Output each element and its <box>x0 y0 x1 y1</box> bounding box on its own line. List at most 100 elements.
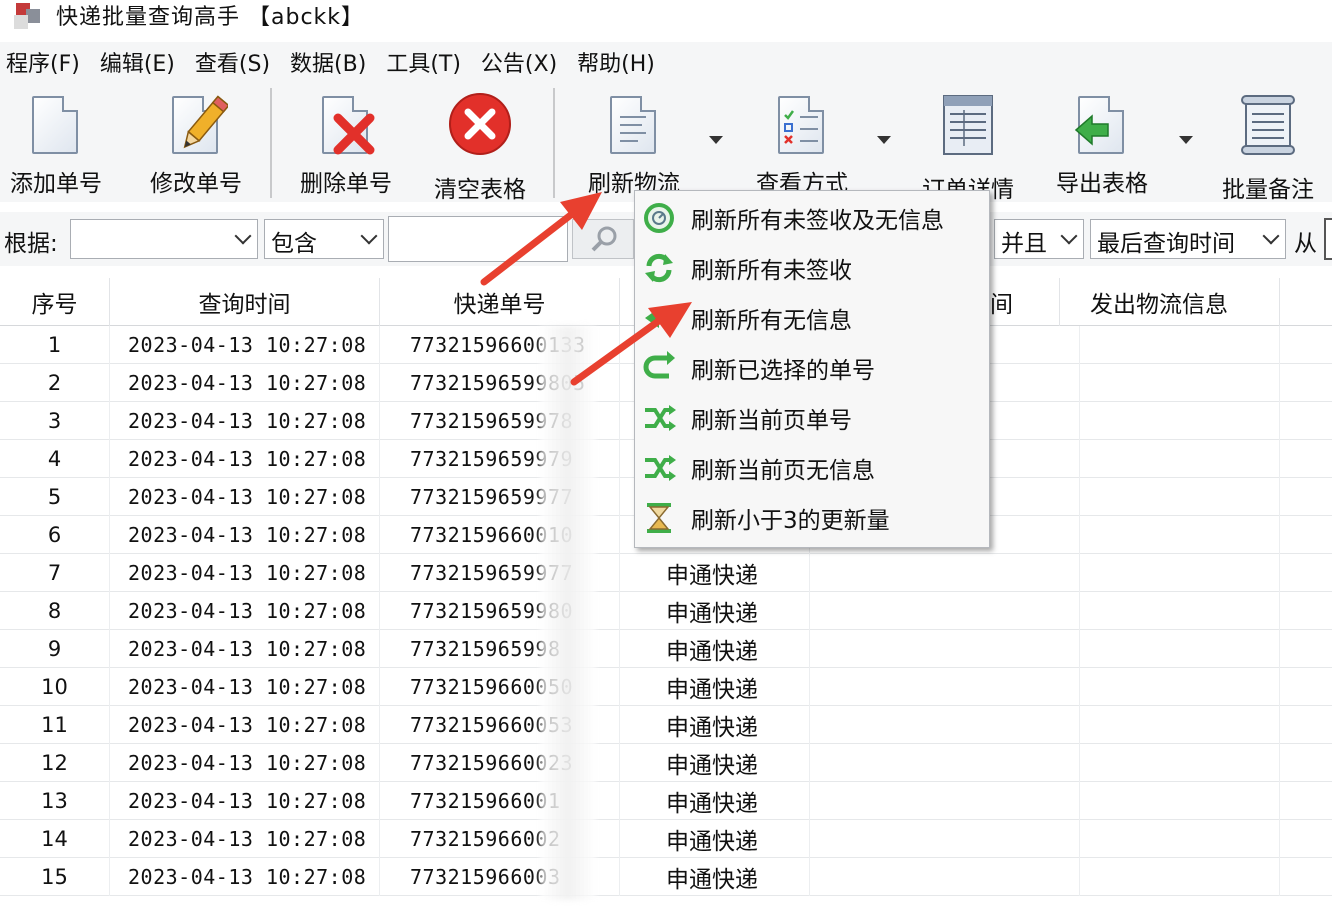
clear-table-button[interactable]: 清空表格 <box>430 92 530 203</box>
filter-text-input[interactable] <box>388 216 568 262</box>
view-mode-button[interactable]: 查看方式 <box>752 92 852 198</box>
menu-bar: 程序(F) 编辑(E) 查看(S) 数据(B) 工具(T) 公告(X) 帮助(H… <box>0 42 1332 82</box>
header-sent-logistics[interactable]: 发出物流信息 <box>1080 278 1280 326</box>
menu-program[interactable]: 程序(F) <box>0 46 88 78</box>
row-time <box>810 554 1080 592</box>
row-index: 2 <box>0 364 110 402</box>
row-sent-logistics <box>1080 326 1280 364</box>
from-label: 从 <box>1294 231 1317 257</box>
row-time <box>810 706 1080 744</box>
table-document-icon <box>936 92 1000 158</box>
dropdown-item-selected[interactable]: 刷新已选择的单号 <box>635 343 989 393</box>
edit-number-button[interactable]: 修改单号 <box>146 92 246 198</box>
table-row[interactable]: 14 2023-04-13 10:27:08 773215966002 申通快递 <box>0 820 1332 858</box>
menu-view[interactable]: 查看(S) <box>189 46 278 78</box>
menu-edit[interactable]: 编辑(E) <box>94 46 183 78</box>
dropdown-item-noinfo[interactable]: 刷新所有无信息 <box>635 293 989 343</box>
row-index: 8 <box>0 592 110 630</box>
scroll-note-icon <box>1236 92 1300 158</box>
add-number-button[interactable]: 添加单号 <box>6 92 106 198</box>
chevron-down-icon <box>1060 227 1078 245</box>
batch-note-label: 批量备注 <box>1222 177 1314 203</box>
dropdown-item-unsigned[interactable]: 刷新所有未签收 <box>635 243 989 293</box>
dropdown-item-current-page[interactable]: 刷新当前页单号 <box>635 393 989 443</box>
row-index: 12 <box>0 744 110 782</box>
row-index: 7 <box>0 554 110 592</box>
table-row[interactable]: 9 2023-04-13 10:27:08 773215965998 申通快递 <box>0 630 1332 668</box>
dropdown-item-current-page-noinfo[interactable]: 刷新当前页无信息 <box>635 443 989 493</box>
toolbar-separator <box>553 88 555 198</box>
refresh-logistics-button[interactable]: 刷新物流 <box>584 92 684 198</box>
batch-note-button[interactable]: 批量备注 <box>1218 92 1318 203</box>
row-query-time: 2023-04-13 10:27:08 <box>110 364 380 402</box>
checklist-icon <box>770 92 834 154</box>
row-carrier: 申通快递 <box>620 630 810 668</box>
document-add-icon <box>24 92 88 154</box>
delete-number-label: 删除单号 <box>300 171 392 197</box>
row-sent-logistics <box>1080 668 1280 706</box>
row-time <box>810 592 1080 630</box>
row-query-time: 2023-04-13 10:27:08 <box>110 782 380 820</box>
pencil-edit-icon <box>164 92 228 154</box>
search-button[interactable] <box>572 219 634 259</box>
table-row[interactable]: 7 2023-04-13 10:27:08 7732159659977 申通快递 <box>0 554 1332 592</box>
row-carrier: 申通快递 <box>620 706 810 744</box>
table-row[interactable]: 13 2023-04-13 10:27:08 773215966001 申通快递 <box>0 782 1332 820</box>
filter-operator-select[interactable]: 包含 <box>264 219 384 259</box>
row-index: 14 <box>0 820 110 858</box>
row-query-time: 2023-04-13 10:27:08 <box>110 478 380 516</box>
row-index: 4 <box>0 440 110 478</box>
dropdown-item-label: 刷新当前页无信息 <box>691 458 875 484</box>
chevron-down-icon <box>360 227 378 245</box>
magnifier-icon <box>591 226 617 252</box>
refresh-dropdown-arrow-icon[interactable] <box>709 136 723 144</box>
row-time <box>810 858 1080 896</box>
filter-field-select[interactable] <box>70 219 258 259</box>
dropdown-item-label: 刷新所有未签收 <box>691 258 852 284</box>
row-sent-logistics <box>1080 744 1280 782</box>
row-sent-logistics <box>1080 478 1280 516</box>
row-sent-logistics <box>1080 858 1280 896</box>
dropdown-item-unsigned-and-noinfo[interactable]: 刷新所有未签收及无信息 <box>635 193 989 243</box>
export-dropdown-arrow-icon[interactable] <box>1179 136 1193 144</box>
export-table-label: 导出表格 <box>1056 171 1148 197</box>
table-row[interactable]: 10 2023-04-13 10:27:08 7732159660050 申通快递 <box>0 668 1332 706</box>
header-tracking-number[interactable]: 快递单号 <box>380 278 620 326</box>
dropdown-item-label: 刷新所有无信息 <box>691 308 852 334</box>
row-query-time: 2023-04-13 10:27:08 <box>110 668 380 706</box>
menu-notice[interactable]: 公告(X) <box>475 46 565 78</box>
order-details-button[interactable]: 订单详情 <box>918 92 1018 203</box>
header-query-time[interactable]: 查询时间 <box>110 278 380 326</box>
time-field-select[interactable]: 最后查询时间 <box>1090 219 1286 259</box>
table-row[interactable]: 12 2023-04-13 10:27:08 7732159660023 申通快递 <box>0 744 1332 782</box>
refresh-dropdown-menu: 刷新所有未签收及无信息 刷新所有未签收 刷新所有无信息 刷新已选择的单号 刷新当… <box>634 190 990 548</box>
filter-logic-value: 并且 <box>1001 231 1047 257</box>
dropdown-item-update-less-than-3[interactable]: 刷新小于3的更新量 <box>635 493 989 543</box>
menu-tools[interactable]: 工具(T) <box>380 46 469 78</box>
menu-data[interactable]: 数据(B) <box>284 46 374 78</box>
row-index: 13 <box>0 782 110 820</box>
document-delete-icon <box>314 92 378 155</box>
table-row[interactable]: 8 2023-04-13 10:27:08 7732159659980 申通快递 <box>0 592 1332 630</box>
header-extra[interactable] <box>1280 278 1332 326</box>
dropdown-item-label: 刷新已选择的单号 <box>691 358 875 384</box>
filter-logic-select[interactable]: 并且 <box>994 219 1084 259</box>
chevron-down-icon <box>1262 227 1280 245</box>
row-sent-logistics <box>1080 706 1280 744</box>
menu-help[interactable]: 帮助(H) <box>571 46 663 78</box>
dropdown-item-label: 刷新所有未签收及无信息 <box>691 208 944 234</box>
export-table-button[interactable]: 导出表格 <box>1052 92 1152 198</box>
table-row[interactable]: 15 2023-04-13 10:27:08 773215966003 申通快递 <box>0 858 1332 896</box>
table-row[interactable]: 11 2023-04-13 10:27:08 7732159660053 申通快递 <box>0 706 1332 744</box>
row-index: 15 <box>0 858 110 896</box>
window-title: 快递批量查询高手 【abckk】 <box>56 5 365 30</box>
app-logo-icon <box>12 1 46 29</box>
row-time <box>810 668 1080 706</box>
toolbar: 添加单号 修改单号 删除单号 清空表格 刷新物流 查看方式 导出表格 批量备注 <box>0 82 1332 203</box>
view-dropdown-arrow-icon[interactable] <box>877 136 891 144</box>
header-index[interactable]: 序号 <box>0 278 110 326</box>
from-date-input[interactable] <box>1324 218 1332 260</box>
row-query-time: 2023-04-13 10:27:08 <box>110 858 380 896</box>
row-index: 9 <box>0 630 110 668</box>
delete-number-button[interactable]: 删除单号 <box>296 92 396 198</box>
